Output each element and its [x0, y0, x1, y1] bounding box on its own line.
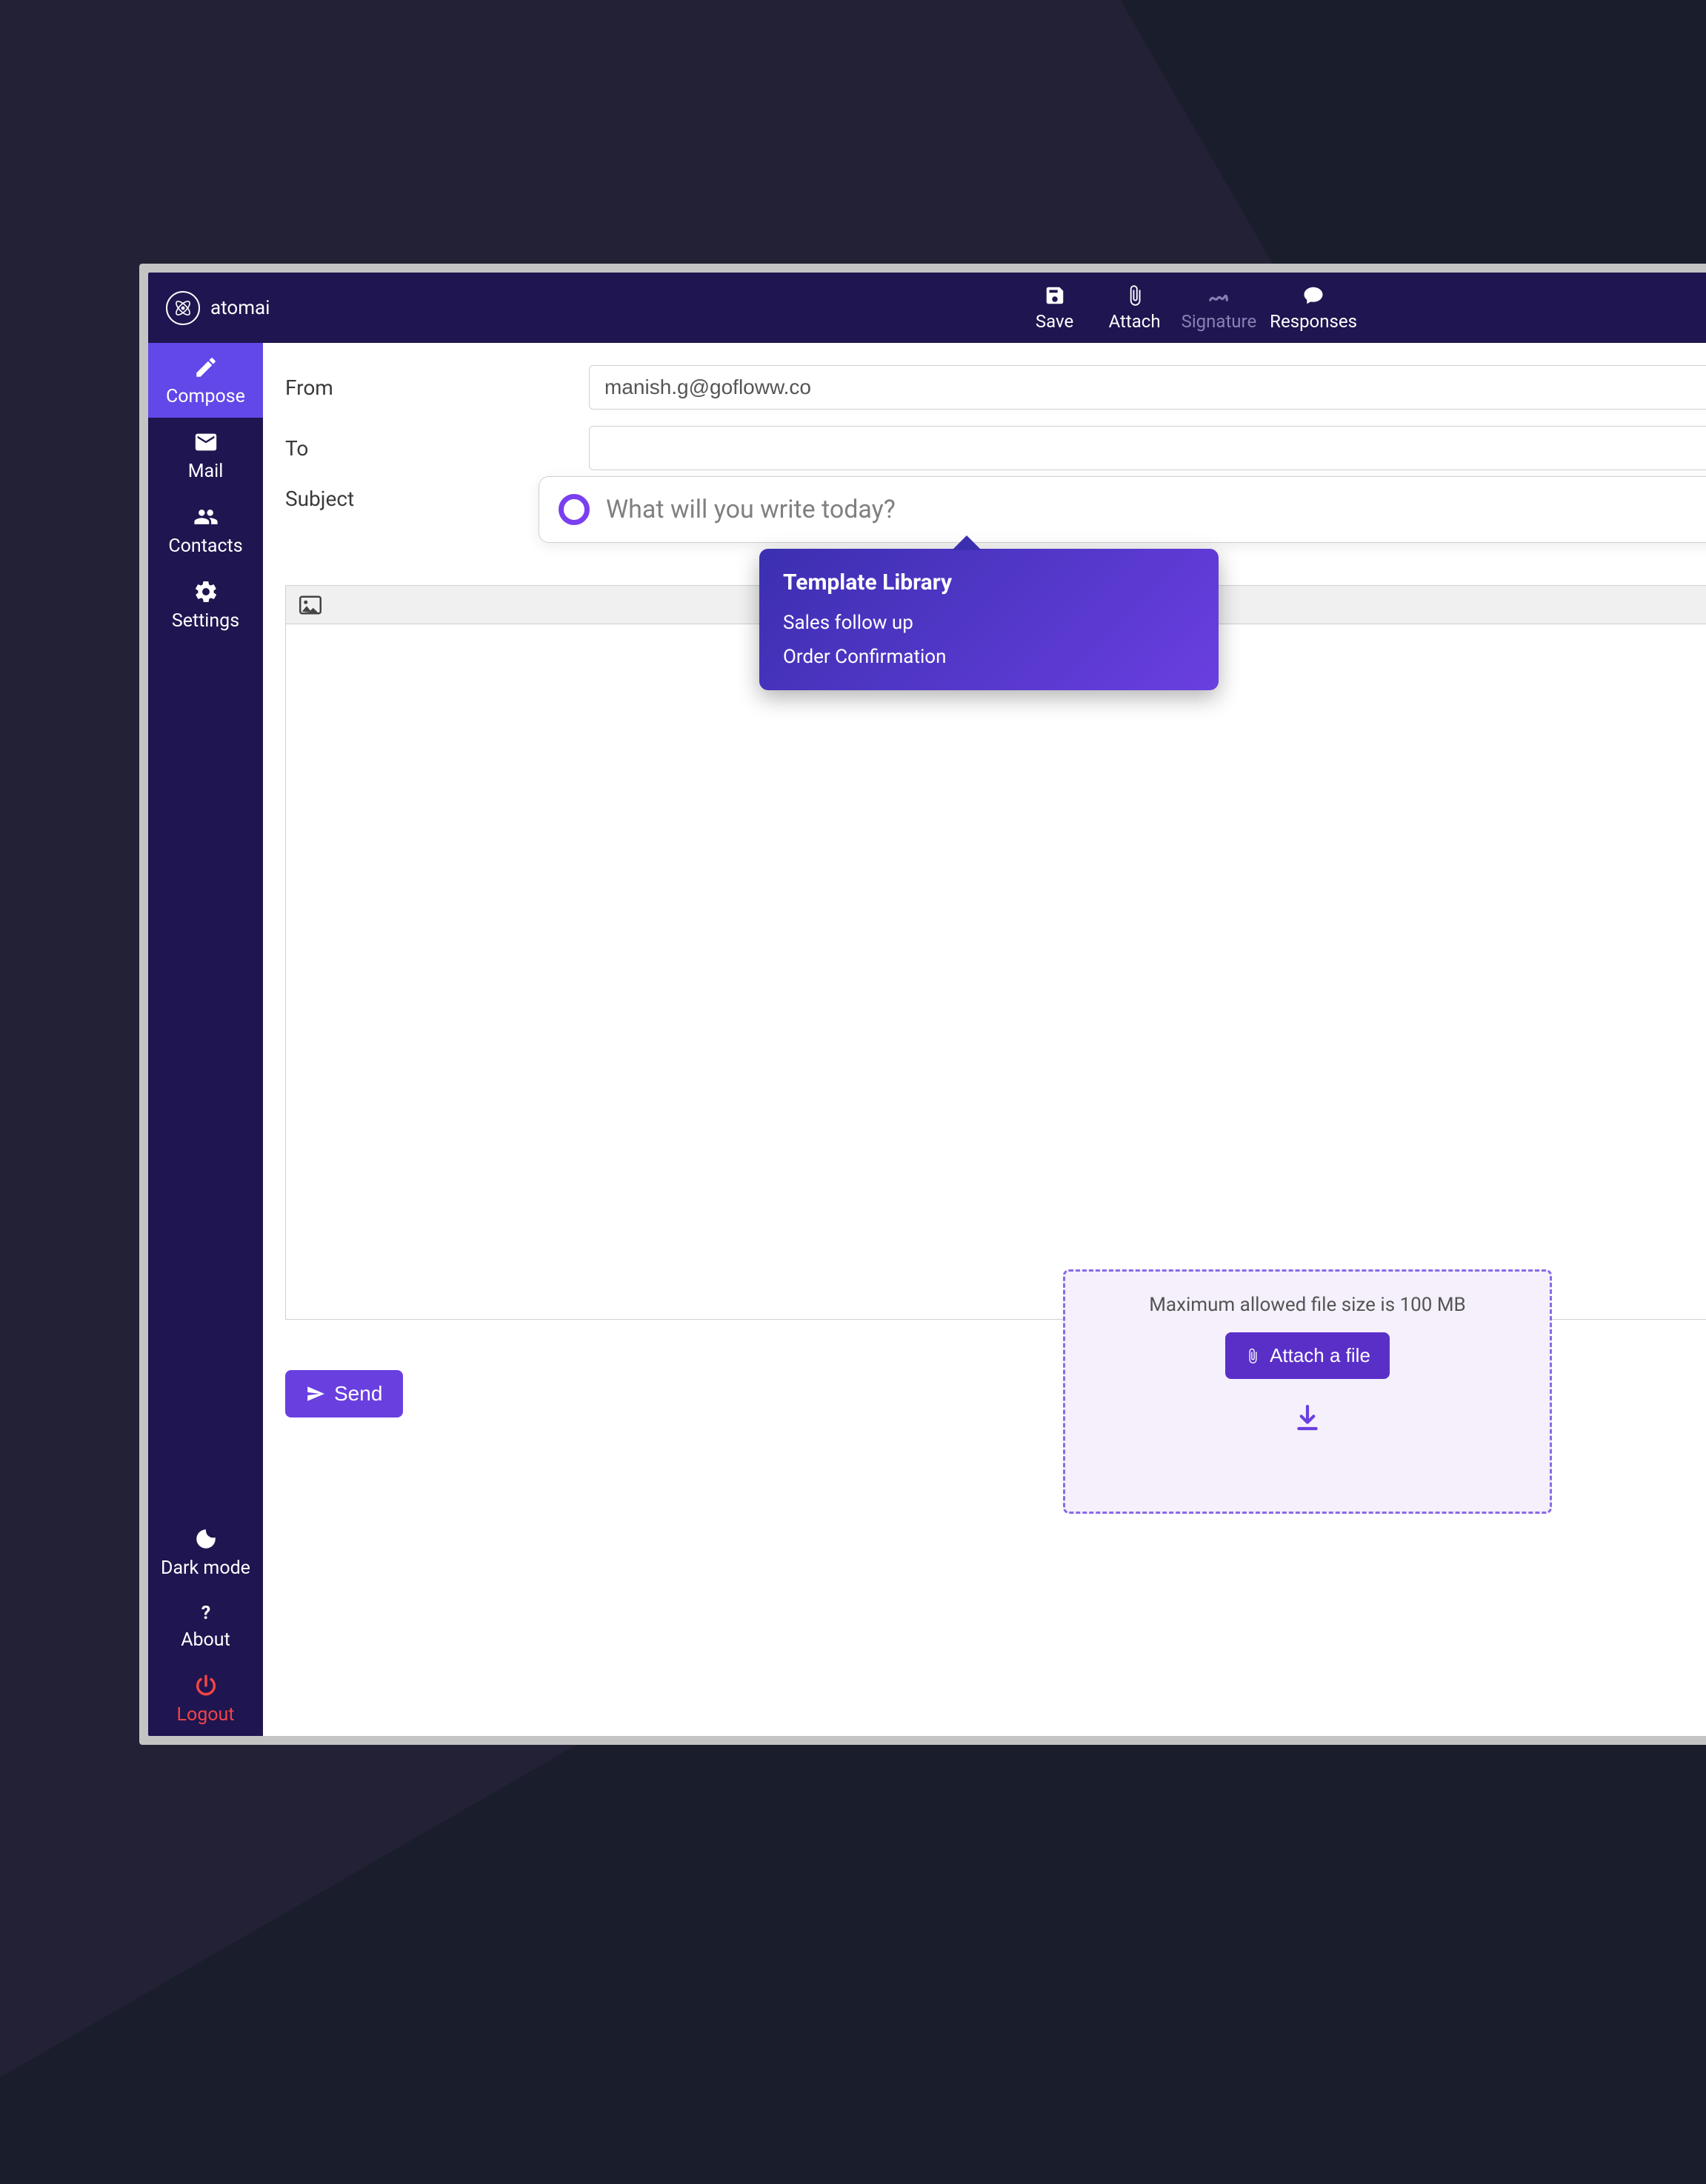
to-row: To: [278, 426, 1706, 470]
compose-icon: [193, 355, 219, 380]
app: atomai Save Attach Signature Responses: [148, 273, 1706, 1736]
to-input[interactable]: [589, 426, 1706, 470]
sidebar-item-label: Settings: [172, 610, 239, 632]
app-window: atomai Save Attach Signature Responses: [139, 264, 1706, 1745]
send-button[interactable]: Send: [285, 1370, 403, 1417]
gear-icon: [193, 579, 219, 604]
contacts-icon: [193, 504, 219, 530]
brand-name: atomai: [210, 297, 270, 319]
sidebar-item-mail[interactable]: Mail: [148, 418, 263, 492]
sidebar-item-settings[interactable]: Settings: [148, 567, 263, 642]
send-label: Send: [334, 1382, 382, 1406]
from-label: From: [278, 375, 589, 400]
sidebar-item-logout[interactable]: Logout: [148, 1661, 263, 1736]
ai-prompt-input[interactable]: What will you write today?: [539, 476, 1706, 543]
attachment-dropzone[interactable]: Maximum allowed file size is 100 MB Atta…: [1063, 1269, 1552, 1514]
question-icon: ?: [195, 1601, 217, 1623]
save-label: Save: [1036, 311, 1073, 332]
template-library-popover: Template Library Sales follow up Order C…: [759, 549, 1219, 690]
template-library-title: Template Library: [783, 570, 1195, 595]
brand: atomai: [166, 291, 270, 325]
power-icon: [193, 1673, 219, 1698]
paperclip-icon: [1124, 284, 1146, 307]
signature-icon: [1207, 284, 1230, 307]
template-item-sales-follow-up[interactable]: Sales follow up: [783, 612, 1195, 634]
topbar: atomai Save Attach Signature Responses: [148, 273, 1706, 343]
moon-icon: [193, 1526, 219, 1552]
responses-button[interactable]: Responses: [1270, 284, 1357, 332]
attachment-hint: Maximum allowed file size is 100 MB: [1149, 1294, 1466, 1316]
to-label: To: [278, 436, 589, 461]
mail-icon: [193, 430, 219, 455]
send-icon: [306, 1384, 325, 1403]
template-item-order-confirmation[interactable]: Order Confirmation: [783, 646, 1195, 668]
compose-panel: From To Subject What will you write toda…: [263, 343, 1706, 1736]
sidebar-item-label: Contacts: [168, 535, 242, 557]
sidebar-item-contacts[interactable]: Contacts: [148, 492, 263, 567]
paperclip-icon: [1244, 1348, 1261, 1364]
save-icon: [1044, 284, 1066, 307]
chat-icon: [1302, 284, 1325, 307]
brand-logo-icon: [166, 291, 200, 325]
editor-body[interactable]: [285, 624, 1706, 1320]
save-button[interactable]: Save: [1022, 284, 1088, 332]
responses-label: Responses: [1270, 311, 1357, 332]
sidebar-item-label: Dark mode: [161, 1557, 250, 1579]
sidebar-item-compose[interactable]: Compose: [148, 343, 263, 418]
from-input[interactable]: [589, 365, 1706, 410]
sidebar: Compose Mail Contacts Settings Dark mode…: [148, 343, 263, 1736]
sidebar-item-darkmode[interactable]: Dark mode: [148, 1515, 263, 1589]
sidebar-item-about[interactable]: ? About: [148, 1589, 263, 1661]
top-actions: Save Attach Signature Responses: [1022, 284, 1357, 332]
image-icon[interactable]: [299, 595, 321, 615]
attach-file-label: Attach a file: [1270, 1344, 1370, 1367]
sidebar-item-label: Compose: [166, 386, 245, 407]
download-icon[interactable]: [1293, 1403, 1322, 1432]
from-row: From: [278, 365, 1706, 410]
ai-prompt-placeholder: What will you write today?: [606, 495, 896, 524]
attach-file-button[interactable]: Attach a file: [1225, 1332, 1390, 1379]
sidebar-item-label: Logout: [177, 1704, 235, 1726]
sidebar-item-label: About: [181, 1629, 230, 1651]
signature-label: Signature: [1182, 311, 1257, 332]
ai-prompt-icon: [559, 494, 590, 525]
attach-label: Attach: [1109, 311, 1161, 332]
svg-text:?: ?: [201, 1603, 210, 1623]
sidebar-item-label: Mail: [188, 461, 224, 482]
signature-button[interactable]: Signature: [1182, 284, 1257, 332]
attach-button[interactable]: Attach: [1102, 284, 1168, 332]
